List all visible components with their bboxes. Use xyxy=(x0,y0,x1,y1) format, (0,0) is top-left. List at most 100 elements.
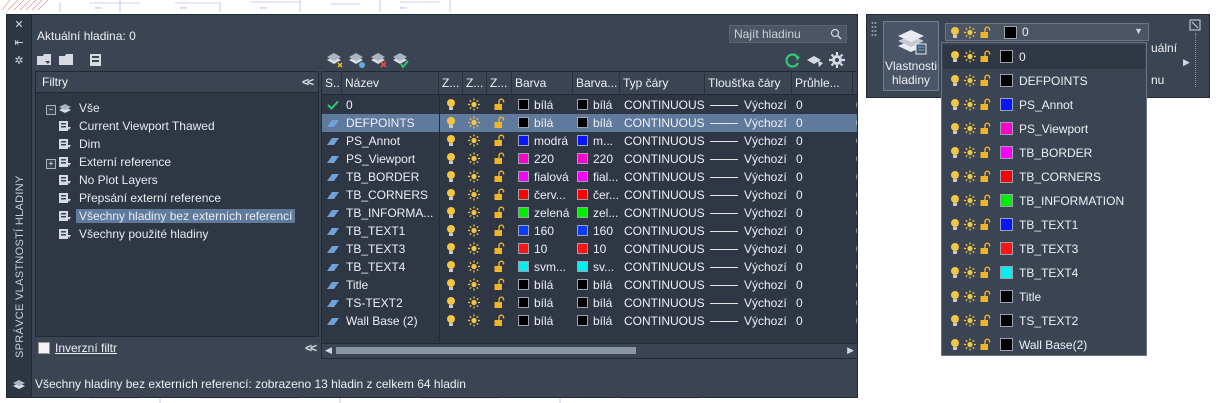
lineweight-cell[interactable]: Výchozí xyxy=(710,186,787,204)
filter-tree-item[interactable]: − Vše xyxy=(46,100,103,117)
bulb-icon[interactable] xyxy=(949,146,961,159)
plot-color-cell[interactable]: 160 xyxy=(577,222,619,240)
layer-name[interactable]: TB_INFORMA... xyxy=(346,204,438,222)
p-cell[interactable]: 0 xyxy=(856,258,857,276)
sun-icon[interactable] xyxy=(964,74,976,87)
lineweight-cell[interactable]: Výchozí xyxy=(710,222,787,240)
collapse-filters-bottom-icon[interactable]: << xyxy=(305,341,317,355)
padlock-icon[interactable] xyxy=(979,218,991,231)
collapse-filters-icon[interactable]: << xyxy=(302,72,314,92)
transparency-cell[interactable]: 0 xyxy=(796,150,803,168)
filter-tree-item[interactable]: Všechny hladiny bez externích referencí xyxy=(58,208,296,225)
column-header[interactable]: Z... xyxy=(439,72,463,94)
bulb-icon[interactable] xyxy=(445,134,457,147)
sun-icon[interactable] xyxy=(468,206,480,219)
dropdown-layer-item[interactable]: 0 xyxy=(943,45,1145,69)
padlock-icon[interactable] xyxy=(493,314,505,327)
bulb-icon[interactable] xyxy=(445,296,457,309)
auto-hide-icon[interactable]: ⇤ xyxy=(12,37,26,49)
color-cell[interactable]: bílá xyxy=(518,114,573,132)
p-cell[interactable]: 0 xyxy=(856,114,857,132)
padlock-icon[interactable] xyxy=(979,338,991,351)
layer-name[interactable]: TB_TEXT4 xyxy=(346,258,438,276)
table-row[interactable]: DEFPOINTS bílá bílá CONTINUOUS Výchozí 0 0 xyxy=(322,114,857,132)
padlock-icon[interactable] xyxy=(979,242,991,255)
ribbon-truncated-text-2[interactable]: nu xyxy=(1151,73,1164,87)
dropdown-layer-item[interactable]: PS_Annot xyxy=(943,93,1145,117)
table-row[interactable]: 0 bílá bílá CONTINUOUS Výchozí 0 0 xyxy=(322,96,857,114)
sun-icon[interactable] xyxy=(468,314,480,327)
bulb-icon[interactable] xyxy=(949,290,961,303)
table-row[interactable]: Wall Base (2) bílá bílá CONTINUOUS Výchozí 0 0 xyxy=(322,312,857,330)
color-cell[interactable]: 10 xyxy=(518,240,573,258)
table-row[interactable]: TB_TEXT1 160 160 CONTINUOUS Výchozí 0 0 xyxy=(322,222,857,240)
padlock-icon[interactable] xyxy=(493,206,505,219)
collapse-icon[interactable]: − xyxy=(46,105,56,115)
new-layer-icon[interactable] xyxy=(325,51,345,69)
sun-icon[interactable] xyxy=(964,170,976,183)
table-row[interactable]: PS_Viewport 220 220 CONTINUOUS Výchozí 0 0 xyxy=(322,150,857,168)
sun-icon[interactable] xyxy=(468,152,480,165)
scroll-left-icon[interactable]: ◀ xyxy=(325,345,332,356)
lineweight-cell[interactable]: Výchozí xyxy=(710,96,787,114)
plot-color-cell[interactable]: bílá xyxy=(577,96,619,114)
linetype-cell[interactable]: CONTINUOUS xyxy=(624,222,705,240)
bulb-icon[interactable] xyxy=(949,218,961,231)
transparency-cell[interactable]: 0 xyxy=(796,96,803,114)
bulb-icon[interactable] xyxy=(949,98,961,111)
p-cell[interactable]: 0 xyxy=(856,186,857,204)
table-row[interactable]: TB_TEXT3 10 10 CONTINUOUS Výchozí 0 0 xyxy=(322,240,857,258)
plot-color-cell[interactable]: m... xyxy=(577,132,619,150)
filter-tree-item[interactable]: Current Viewport Thawed xyxy=(58,118,218,135)
padlock-icon[interactable] xyxy=(493,260,505,273)
lineweight-cell[interactable]: Výchozí xyxy=(710,132,787,150)
column-header[interactable]: Typ čáry xyxy=(620,72,705,94)
new-property-filter-icon[interactable] xyxy=(35,51,55,69)
dropdown-layer-item[interactable]: TB_BORDER xyxy=(943,141,1145,165)
sun-icon[interactable] xyxy=(964,26,976,39)
sun-icon[interactable] xyxy=(964,242,976,255)
layer-name[interactable]: TB_CORNERS xyxy=(346,186,438,204)
color-cell[interactable]: modrá xyxy=(518,132,573,150)
plot-color-cell[interactable]: bílá xyxy=(577,294,619,312)
filter-tree-item[interactable]: + Externí reference xyxy=(46,154,174,171)
sun-icon[interactable] xyxy=(468,170,480,183)
column-header[interactable]: P xyxy=(853,72,857,94)
bulb-icon[interactable] xyxy=(445,170,457,183)
color-cell[interactable]: červ... xyxy=(518,186,573,204)
padlock-icon[interactable] xyxy=(979,122,991,135)
horizontal-scrollbar[interactable]: ◀ ▶ xyxy=(322,343,857,358)
table-row[interactable]: Title bílá bílá CONTINUOUS Výchozí 0 0 xyxy=(322,276,857,294)
column-header[interactable]: Barva xyxy=(512,72,573,94)
table-row[interactable]: TS-TEXT2 bílá bílá CONTINUOUS Výchozí 0 0 xyxy=(322,294,857,312)
bulb-icon[interactable] xyxy=(949,50,961,63)
chevron-down-icon[interactable]: ▼ xyxy=(1134,26,1143,36)
plot-color-cell[interactable]: 10 xyxy=(577,240,619,258)
color-cell[interactable]: fialová xyxy=(518,168,573,186)
plot-color-cell[interactable]: bílá xyxy=(577,312,619,330)
dropdown-layer-item[interactable]: TB_INFORMATION xyxy=(943,189,1145,213)
bulb-icon[interactable] xyxy=(949,194,961,207)
transparency-cell[interactable]: 0 xyxy=(796,204,803,222)
bulb-icon[interactable] xyxy=(445,314,457,327)
padlock-icon[interactable] xyxy=(493,188,505,201)
color-cell[interactable]: 160 xyxy=(518,222,573,240)
sun-icon[interactable] xyxy=(468,134,480,147)
padlock-icon[interactable] xyxy=(979,146,991,159)
bulb-icon[interactable] xyxy=(445,224,457,237)
grid-splitter[interactable] xyxy=(439,94,440,342)
transparency-cell[interactable]: 0 xyxy=(796,276,803,294)
linetype-cell[interactable]: CONTINUOUS xyxy=(624,294,705,312)
bulb-icon[interactable] xyxy=(445,242,457,255)
transparency-cell[interactable]: 0 xyxy=(796,312,803,330)
p-cell[interactable]: 0 xyxy=(856,276,857,294)
bulb-icon[interactable] xyxy=(949,266,961,279)
color-cell[interactable]: zelená xyxy=(518,204,573,222)
expand-icon[interactable]: + xyxy=(46,159,56,169)
padlock-icon[interactable] xyxy=(979,290,991,303)
layer-states-manager-icon[interactable] xyxy=(87,51,107,69)
filter-tree-item[interactable]: Dim xyxy=(58,136,103,153)
filter-tree-item[interactable]: Přepsání externí reference xyxy=(58,190,224,207)
filter-tree-item[interactable]: No Plot Layers xyxy=(58,172,161,189)
transparency-cell[interactable]: 0 xyxy=(796,258,803,276)
